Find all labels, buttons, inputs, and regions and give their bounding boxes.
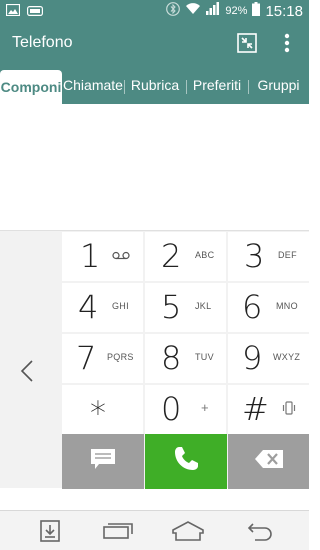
key-9[interactable]: 9 WXYZ bbox=[228, 334, 309, 383]
back-icon[interactable] bbox=[243, 521, 273, 546]
bluetooth-icon bbox=[166, 1, 181, 21]
clock: 15:18 bbox=[265, 2, 303, 20]
voicemail-notification-icon bbox=[27, 3, 44, 21]
action-bar: Telefono bbox=[0, 22, 309, 66]
recent-apps-icon[interactable] bbox=[103, 523, 133, 544]
tab-gruppi[interactable]: Gruppi bbox=[248, 66, 309, 104]
image-notification-icon bbox=[5, 3, 21, 21]
key-digit: # bbox=[242, 390, 269, 428]
key-7[interactable]: 7 PQRS bbox=[62, 334, 143, 383]
key-letters: DEF bbox=[278, 250, 297, 260]
dialpad: 1 2 ABC 3 DEF 4 GHI 5 JKL 6 MNO 7 PQRS 8… bbox=[0, 230, 309, 489]
key-digit: 3 bbox=[244, 237, 265, 275]
key-digit: 7 bbox=[76, 339, 97, 377]
message-button[interactable] bbox=[62, 434, 144, 489]
key-letters: WXYZ bbox=[273, 352, 301, 362]
key-hash[interactable]: # bbox=[228, 385, 309, 434]
home-icon[interactable] bbox=[172, 521, 204, 546]
tab-chiamate[interactable]: Chiamate bbox=[62, 66, 124, 104]
backspace-icon bbox=[254, 449, 284, 474]
key-letters: GHI bbox=[112, 301, 129, 311]
key-digit: 1 bbox=[80, 237, 101, 275]
key-letters: JKL bbox=[195, 301, 212, 311]
message-icon bbox=[90, 448, 116, 475]
vibrate-icon bbox=[282, 401, 296, 417]
speed-dial-icon[interactable] bbox=[236, 32, 258, 59]
tab-componi[interactable]: Componi bbox=[0, 70, 62, 104]
overflow-menu-icon[interactable] bbox=[282, 32, 292, 59]
signal-icon bbox=[206, 2, 220, 20]
key-digit: 0 bbox=[161, 390, 182, 428]
key-2[interactable]: 2 ABC bbox=[145, 232, 226, 281]
key-plus: + bbox=[201, 400, 209, 415]
status-bar: 92% 15:18 bbox=[0, 0, 309, 22]
key-1[interactable]: 1 bbox=[62, 232, 143, 281]
key-digit: 2 bbox=[161, 237, 182, 275]
battery-icon bbox=[252, 1, 261, 21]
key-letters: TUV bbox=[195, 352, 214, 362]
key-letters: ABC bbox=[195, 250, 215, 260]
tab-bar: Componi Chiamate Rubrica Preferiti Grupp… bbox=[0, 66, 309, 104]
key-digit: 5 bbox=[161, 288, 182, 326]
key-6[interactable]: 6 MNO bbox=[228, 283, 309, 332]
battery-percentage: 92% bbox=[225, 5, 248, 17]
tab-rubrica[interactable]: Rubrica bbox=[124, 66, 186, 104]
key-digit: 6 bbox=[242, 288, 263, 326]
key-0[interactable]: 0 + bbox=[145, 385, 226, 434]
tab-preferiti[interactable]: Preferiti bbox=[186, 66, 248, 104]
key-letters: MNO bbox=[276, 301, 298, 311]
notification-drawer-icon[interactable] bbox=[40, 519, 60, 548]
backspace-button[interactable] bbox=[228, 434, 309, 489]
voicemail-icon bbox=[112, 251, 130, 262]
navigation-bar bbox=[0, 510, 309, 550]
key-digit: * bbox=[90, 394, 106, 432]
call-button[interactable] bbox=[145, 434, 227, 489]
key-8[interactable]: 8 TUV bbox=[145, 334, 226, 383]
key-digit: 8 bbox=[161, 339, 182, 377]
key-letters: PQRS bbox=[107, 352, 134, 362]
key-star[interactable]: * bbox=[62, 385, 143, 434]
key-4[interactable]: 4 GHI bbox=[62, 283, 143, 332]
key-digit: 4 bbox=[78, 288, 99, 326]
wifi-icon bbox=[185, 2, 201, 20]
key-5[interactable]: 5 JKL bbox=[145, 283, 226, 332]
key-digit: 9 bbox=[242, 339, 263, 377]
key-3[interactable]: 3 DEF bbox=[228, 232, 309, 281]
number-display[interactable] bbox=[0, 104, 309, 230]
call-icon bbox=[172, 445, 200, 478]
app-title: Telefono bbox=[12, 34, 73, 51]
collapse-keypad-icon[interactable] bbox=[20, 359, 34, 388]
